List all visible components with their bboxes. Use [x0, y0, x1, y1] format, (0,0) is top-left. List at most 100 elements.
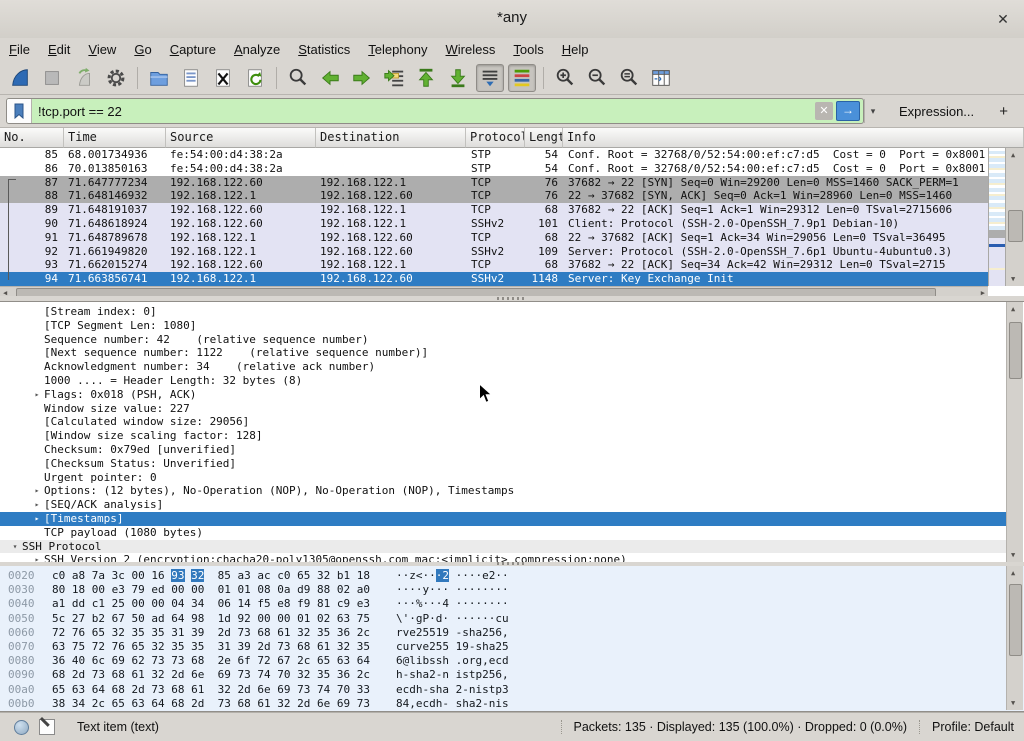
colorize-packet-list-icon[interactable]: [508, 64, 536, 92]
intelligent-scrollbar-minimap[interactable]: [988, 148, 1006, 286]
hex-row-0070[interactable]: 007063 75 72 76 65 32 35 35 31 39 2d 73 …: [0, 640, 1024, 654]
filter-dropdown-icon[interactable]: ▾: [864, 99, 881, 123]
hex-row-0050[interactable]: 00505c 27 b2 67 50 ad 64 98 1d 92 00 00 …: [0, 612, 1024, 626]
packet-row-86[interactable]: 8670.013850163fe:54:00:d4:38:2aSTP54Conf…: [0, 162, 988, 176]
column-header-info[interactable]: Info: [563, 128, 1024, 148]
hex-row-00a0[interactable]: 00a065 63 64 68 2d 73 68 61 32 2d 6e 69 …: [0, 683, 1024, 697]
scroll-down-icon[interactable]: ▼: [1011, 699, 1015, 707]
menu-tools[interactable]: Tools: [504, 38, 552, 62]
scroll-down-icon[interactable]: ▼: [1011, 275, 1015, 283]
detail-line-3[interactable]: [Next sequence number: 1122 (relative se…: [0, 346, 1007, 360]
expression-button[interactable]: Expression...: [889, 104, 984, 119]
go-to-last-packet-icon[interactable]: [444, 64, 472, 92]
open-capture-file-icon[interactable]: [145, 64, 173, 92]
menu-help[interactable]: Help: [553, 38, 598, 62]
packet-row-85[interactable]: 8568.001734936fe:54:00:d4:38:2aSTP54Conf…: [0, 148, 988, 162]
scrollbar-thumb[interactable]: [1009, 322, 1022, 379]
zoom-in-icon[interactable]: [551, 64, 579, 92]
menu-capture[interactable]: Capture: [161, 38, 225, 62]
expert-info-icon[interactable]: [14, 720, 29, 735]
expander-collapsed-icon[interactable]: ▸: [30, 512, 44, 526]
menu-analyze[interactable]: Analyze: [225, 38, 289, 62]
column-header-no[interactable]: No.: [0, 128, 64, 148]
packet-row-94[interactable]: 9471.663856741192.168.122.1192.168.122.6…: [0, 272, 988, 286]
hex-row-0030[interactable]: 003080 18 00 e3 79 ed 00 00 01 01 08 0a …: [0, 583, 1024, 597]
find-packet-icon[interactable]: [284, 64, 312, 92]
capture-comment-icon[interactable]: [39, 719, 55, 735]
zoom-out-icon[interactable]: [583, 64, 611, 92]
go-to-packet-icon[interactable]: [380, 64, 408, 92]
menu-statistics[interactable]: Statistics: [289, 38, 359, 62]
hex-dump[interactable]: 0020c0 a8 7a 3c 00 16 93 32 85 a3 ac c0 …: [0, 566, 1024, 711]
column-header-protocol[interactable]: Protocol: [466, 128, 525, 148]
detail-line-17[interactable]: ▾SSH Protocol: [0, 540, 1007, 554]
expander-collapsed-icon[interactable]: ▸: [30, 484, 44, 498]
display-filter-value[interactable]: !tcp.port == 22: [32, 104, 815, 119]
scrollbar-thumb[interactable]: [1009, 584, 1022, 656]
detail-line-6[interactable]: ▸Flags: 0x018 (PSH, ACK): [0, 388, 1007, 402]
detail-line-14[interactable]: ▸[SEQ/ACK analysis]: [0, 498, 1007, 512]
menu-edit[interactable]: Edit: [39, 38, 79, 62]
menu-wireless[interactable]: Wireless: [437, 38, 505, 62]
detail-line-13[interactable]: ▸Options: (12 bytes), No-Operation (NOP)…: [0, 484, 1007, 498]
expander-collapsed-icon[interactable]: ▸: [30, 498, 44, 512]
hex-row-0090[interactable]: 009068 2d 73 68 61 32 2d 6e 69 73 74 70 …: [0, 668, 1024, 682]
hex-row-0040[interactable]: 0040a1 dd c1 25 00 00 04 34 06 14 f5 e8 …: [0, 597, 1024, 611]
auto-scroll-live-capture-icon[interactable]: [476, 64, 504, 92]
packet-row-89[interactable]: 8971.648191037192.168.122.60192.168.122.…: [0, 203, 988, 217]
go-forward-icon[interactable]: [348, 64, 376, 92]
packet-row-90[interactable]: 9071.648618924192.168.122.60192.168.122.…: [0, 217, 988, 231]
detail-line-10[interactable]: Checksum: 0x79ed [unverified]: [0, 443, 1007, 457]
hex-row-0020[interactable]: 0020c0 a8 7a 3c 00 16 93 32 85 a3 ac c0 …: [0, 569, 1024, 583]
add-filter-button[interactable]: +: [989, 103, 1018, 120]
menu-go[interactable]: Go: [125, 38, 160, 62]
restart-capture-icon[interactable]: [70, 64, 98, 92]
save-capture-file-icon[interactable]: [177, 64, 205, 92]
scrollbar-thumb[interactable]: [1008, 210, 1023, 242]
capture-options-icon[interactable]: [102, 64, 130, 92]
filter-apply-icon[interactable]: →: [836, 101, 860, 121]
hex-row-0060[interactable]: 006072 76 65 32 35 35 31 39 2d 73 68 61 …: [0, 626, 1024, 640]
close-window-icon[interactable]: ✕: [992, 8, 1014, 30]
scroll-up-icon[interactable]: ▲: [1011, 569, 1015, 577]
detail-line-7[interactable]: Window size value: 227: [0, 402, 1007, 416]
detail-line-9[interactable]: [Window size scaling factor: 128]: [0, 429, 1007, 443]
detail-line-0[interactable]: [Stream index: 0]: [0, 305, 1007, 319]
detail-line-2[interactable]: Sequence number: 42 (relative sequence n…: [0, 333, 1007, 347]
menu-telephony[interactable]: Telephony: [359, 38, 436, 62]
hex-row-00b0[interactable]: 00b038 34 2c 65 63 64 68 2d 73 68 61 32 …: [0, 697, 1024, 711]
detail-line-11[interactable]: [Checksum Status: Unverified]: [0, 457, 1007, 471]
packet-row-92[interactable]: 9271.661949820192.168.122.1192.168.122.6…: [0, 245, 988, 259]
details-vscrollbar[interactable]: ▲ ▼: [1006, 302, 1023, 562]
bytes-vscrollbar[interactable]: ▲ ▼: [1006, 566, 1023, 710]
expander-expanded-icon[interactable]: ▾: [8, 540, 22, 554]
go-to-first-packet-icon[interactable]: [412, 64, 440, 92]
resize-columns-icon[interactable]: [647, 64, 675, 92]
scroll-up-icon[interactable]: ▲: [1011, 151, 1015, 159]
display-filter-input[interactable]: !tcp.port == 22 ✕ →: [6, 98, 864, 124]
column-header-destination[interactable]: Destination: [316, 128, 466, 148]
detail-line-15[interactable]: ▸[Timestamps]: [0, 512, 1007, 526]
detail-line-8[interactable]: [Calculated window size: 29056]: [0, 415, 1007, 429]
stop-capture-icon[interactable]: [38, 64, 66, 92]
scroll-up-icon[interactable]: ▲: [1011, 305, 1015, 313]
scroll-down-icon[interactable]: ▼: [1011, 551, 1015, 559]
packet-row-93[interactable]: 9371.662015274192.168.122.60192.168.122.…: [0, 258, 988, 272]
hex-row-0080[interactable]: 008036 40 6c 69 62 73 73 68 2e 6f 72 67 …: [0, 654, 1024, 668]
normal-size-icon[interactable]: [615, 64, 643, 92]
packet-row-87[interactable]: 8771.647777234192.168.122.60192.168.122.…: [0, 176, 988, 190]
start-capture-icon[interactable]: [6, 64, 34, 92]
menu-view[interactable]: View: [79, 38, 125, 62]
column-header-length[interactable]: Length: [525, 128, 563, 148]
close-capture-file-icon[interactable]: [209, 64, 237, 92]
detail-line-16[interactable]: TCP payload (1080 bytes): [0, 526, 1007, 540]
detail-line-1[interactable]: [TCP Segment Len: 1080]: [0, 319, 1007, 333]
column-header-source[interactable]: Source: [166, 128, 316, 148]
detail-line-12[interactable]: Urgent pointer: 0: [0, 471, 1007, 485]
go-back-icon[interactable]: [316, 64, 344, 92]
filter-bookmark-icon[interactable]: [7, 99, 32, 123]
packet-list-vscrollbar[interactable]: ▲ ▼: [1005, 148, 1024, 286]
column-header-time[interactable]: Time: [64, 128, 166, 148]
packet-row-88[interactable]: 8871.648146932192.168.122.1192.168.122.6…: [0, 189, 988, 203]
packet-row-91[interactable]: 9171.648789678192.168.122.1192.168.122.6…: [0, 231, 988, 245]
